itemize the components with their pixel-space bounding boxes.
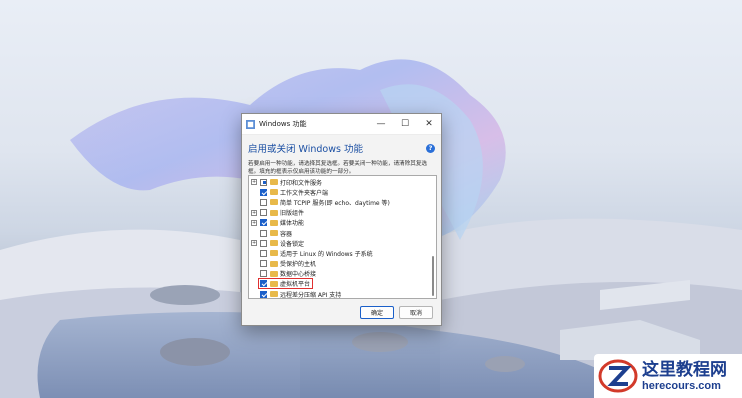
dialog-heading: 启用或关闭 Windows 功能 bbox=[248, 144, 363, 155]
watermark-text: 这里教程网 herecours.com bbox=[642, 360, 727, 392]
site-watermark: 这里教程网 herecours.com bbox=[594, 354, 742, 398]
feature-checkbox[interactable] bbox=[260, 270, 267, 278]
feature-label: 旧版组件 bbox=[280, 210, 305, 218]
features-tree: + 打印和文件服务 工作文件夹客户端简单 TCPIP 服务(即 echo、dayti… bbox=[248, 175, 437, 299]
feature-checkbox[interactable] bbox=[260, 209, 267, 217]
help-icon[interactable]: ? bbox=[426, 143, 435, 153]
feature-checkbox[interactable] bbox=[260, 239, 267, 247]
minimize-button[interactable]: — bbox=[369, 114, 393, 134]
folder-icon bbox=[270, 270, 278, 277]
expand-icon[interactable]: + bbox=[251, 240, 257, 247]
feature-row[interactable]: 简单 TCPIP 服务(即 echo、daytime 等) bbox=[249, 197, 436, 207]
feature-checkbox[interactable] bbox=[260, 229, 267, 237]
feature-row[interactable]: + 打印和文件服务 bbox=[249, 177, 436, 187]
feature-checkbox[interactable] bbox=[260, 290, 267, 298]
watermark-title: 这里教程网 bbox=[642, 360, 727, 380]
highlight-box bbox=[258, 277, 313, 289]
folder-icon bbox=[270, 230, 278, 237]
feature-label: 工作文件夹客户端 bbox=[280, 189, 329, 197]
ok-button[interactable]: 确定 bbox=[360, 306, 394, 319]
feature-checkbox[interactable] bbox=[260, 249, 267, 257]
feature-row[interactable]: + 媒体功能 bbox=[249, 218, 436, 228]
feature-label: 打印和文件服务 bbox=[280, 179, 323, 187]
dialog-buttons: 确定 取消 bbox=[360, 306, 433, 319]
folder-icon bbox=[270, 179, 278, 186]
folder-icon bbox=[270, 209, 278, 216]
dialog-heading-row: 启用或关闭 Windows 功能 ? bbox=[242, 135, 441, 155]
feature-label: 容器 bbox=[280, 230, 293, 238]
feature-row[interactable]: 受保护的主机 bbox=[249, 259, 436, 269]
maximize-button[interactable]: ☐ bbox=[393, 114, 417, 134]
feature-row[interactable]: 虚拟机平台 bbox=[249, 277, 436, 289]
close-button[interactable]: ✕ bbox=[417, 114, 441, 134]
folder-icon bbox=[270, 240, 278, 247]
expand-icon[interactable]: + bbox=[251, 219, 257, 226]
site-logo-icon bbox=[598, 359, 638, 393]
feature-row[interactable]: + 设备锁定 bbox=[249, 238, 436, 248]
feature-label: 受保护的主机 bbox=[280, 261, 317, 269]
folder-icon bbox=[270, 219, 278, 226]
feature-checkbox[interactable] bbox=[260, 260, 267, 268]
folder-icon bbox=[270, 291, 278, 298]
feature-checkbox[interactable] bbox=[260, 178, 267, 186]
feature-checkbox[interactable] bbox=[260, 188, 267, 196]
feature-label: 简单 TCPIP 服务(即 echo、daytime 等) bbox=[280, 199, 390, 207]
windows-features-dialog: Windows 功能 — ☐ ✕ 启用或关闭 Windows 功能 ? 若要启用… bbox=[241, 113, 442, 326]
windows-features-icon bbox=[246, 119, 255, 129]
cancel-button[interactable]: 取消 bbox=[399, 306, 433, 319]
feature-label: 设备锁定 bbox=[280, 240, 305, 248]
folder-icon bbox=[270, 189, 278, 196]
feature-label: 适用于 Linux 的 Windows 子系统 bbox=[280, 250, 373, 258]
folder-icon bbox=[270, 199, 278, 206]
feature-checkbox[interactable] bbox=[260, 198, 267, 206]
feature-row[interactable]: 远程差分压缩 API 支持 bbox=[249, 289, 436, 299]
feature-label: 远程差分压缩 API 支持 bbox=[280, 291, 342, 299]
watermark-url: herecours.com bbox=[642, 380, 721, 392]
title-bar[interactable]: Windows 功能 — ☐ ✕ bbox=[242, 114, 441, 135]
window-title: Windows 功能 bbox=[259, 120, 307, 128]
feature-row[interactable]: 工作文件夹客户端 bbox=[249, 187, 436, 197]
feature-row[interactable]: + 旧版组件 bbox=[249, 208, 436, 218]
folder-icon bbox=[270, 250, 278, 257]
feature-checkbox[interactable] bbox=[260, 219, 267, 227]
expand-icon[interactable]: + bbox=[251, 179, 257, 186]
feature-row[interactable]: 适用于 Linux 的 Windows 子系统 bbox=[249, 248, 436, 258]
feature-label: 媒体功能 bbox=[280, 220, 305, 228]
folder-icon bbox=[270, 260, 278, 267]
expand-icon[interactable]: + bbox=[251, 209, 257, 216]
feature-row[interactable]: 容器 bbox=[249, 228, 436, 238]
